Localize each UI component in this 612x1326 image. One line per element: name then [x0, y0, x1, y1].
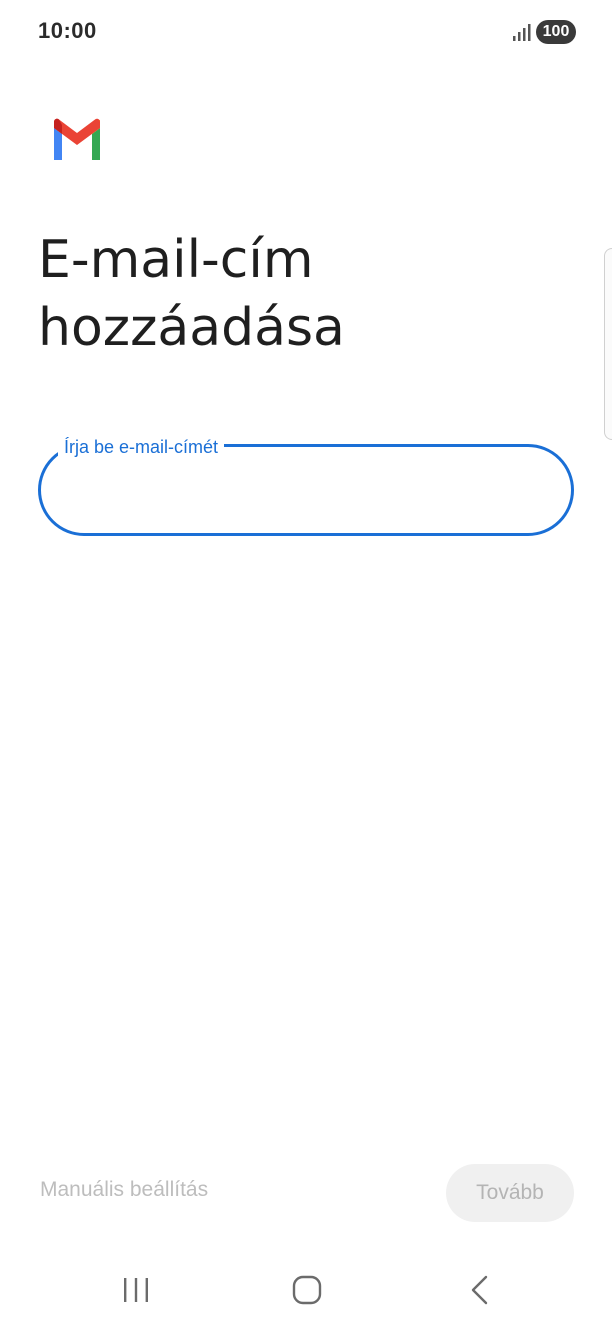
battery-level: 100: [536, 20, 576, 44]
gmail-logo-icon: [54, 118, 100, 160]
home-icon[interactable]: [288, 1272, 326, 1308]
screen: 10:00 100 E-mail-cím hozzáadása Írja be …: [0, 0, 612, 1326]
edge-panel-handle[interactable]: [604, 248, 612, 440]
page-title: E-mail-cím hozzáadása: [38, 230, 345, 358]
email-field-label: Írja be e-mail-címét: [58, 436, 225, 458]
status-time: 10:00: [38, 18, 97, 43]
signal-bars-icon: [513, 24, 531, 41]
back-icon[interactable]: [462, 1272, 498, 1308]
navigation-bar: [0, 1250, 612, 1326]
manual-setup-link[interactable]: Manuális beállítás: [40, 1178, 208, 1202]
status-bar: 10:00 100: [0, 0, 612, 66]
next-button[interactable]: Tovább: [446, 1164, 574, 1222]
recents-icon[interactable]: [118, 1272, 154, 1308]
email-input[interactable]: [65, 467, 549, 515]
